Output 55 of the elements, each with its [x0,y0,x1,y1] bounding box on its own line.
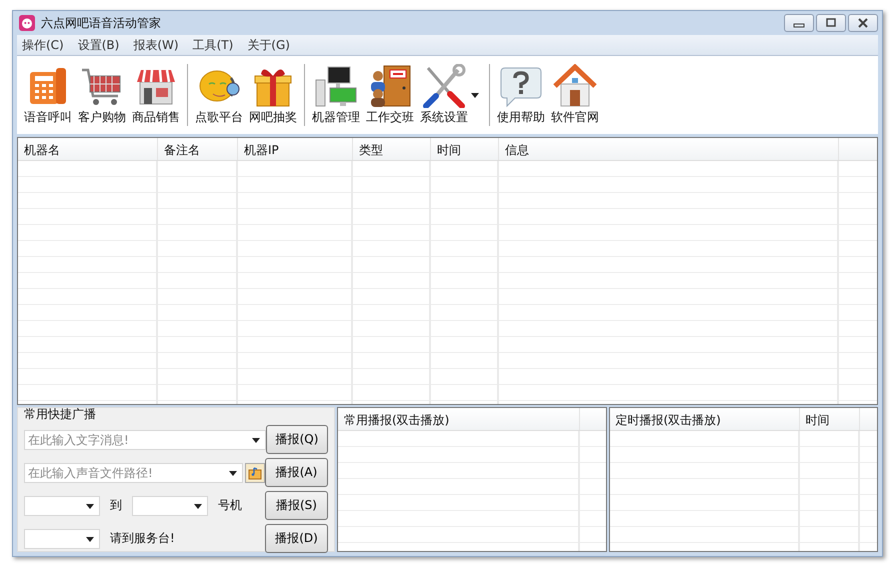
service-desk-label: 请到服务台! [110,530,175,547]
file-path-input-field[interactable]: 在此输入声音文件路径! [24,462,243,482]
menu-item[interactable]: 关于(G) [242,36,295,54]
dropdown-caret-icon[interactable] [471,92,479,98]
column-header[interactable]: 信息 [499,138,839,160]
toolbar-button[interactable]: 机器管理 [309,64,363,126]
column-header[interactable]: 时间 [431,138,499,160]
toolbar-button[interactable]: 网吧抽奖 [246,64,300,126]
column-header[interactable]: 备注名 [158,138,238,160]
dropdown-caret-icon[interactable] [229,470,237,476]
machine-number-label: 号机 [218,497,242,514]
broadcast-button[interactable]: 播报(A) [265,458,328,487]
message-input-field[interactable]: 在此输入文字消息! [24,430,266,450]
dropdown-caret-icon[interactable] [86,536,94,542]
broadcast-button[interactable]: 播报(S) [265,491,328,520]
dropdown-caret-icon[interactable] [252,438,260,442]
close-button[interactable] [848,14,878,32]
to-label: 到 [110,497,122,514]
toolbar-button[interactable]: 语音呼叫 [21,64,75,126]
toolbar-button[interactable]: 使用帮助 [494,64,548,126]
music-folder-icon [248,466,262,480]
menu-item[interactable]: 工具(T) [188,36,238,54]
toolbar-button[interactable]: 商品销售 [129,64,183,126]
close-icon [857,18,869,28]
broadcast-button[interactable]: 播报(D) [265,524,328,553]
column-header[interactable]: 机器IP [238,138,353,160]
maximize-icon [825,18,837,28]
house-icon [553,64,597,108]
column-header[interactable]: 类型 [353,138,431,160]
toolbar-button[interactable]: 系统设置 [417,64,471,126]
machine-from-input-field[interactable] [24,496,100,516]
computers-icon [314,64,358,108]
broadcast-button[interactable]: 播报(Q) [266,425,328,454]
dropdown-caret-icon[interactable] [86,504,94,508]
panel-title: 常用快捷广播 [24,407,97,421]
toolbar-button[interactable]: 软件官网 [548,64,602,126]
minimize-button[interactable] [784,14,814,32]
dropdown-caret-icon[interactable] [194,504,202,508]
column-header[interactable]: 机器名 [18,138,158,160]
toolbar-button[interactable]: 客户购物 [75,64,129,126]
exit-door-icon [368,64,412,108]
app-logo-icon [19,15,35,31]
tools-icon [422,64,466,108]
menu-item[interactable]: 操作(C) [17,36,69,54]
machine-input-field[interactable] [24,528,100,548]
browse-file-button[interactable] [245,462,265,482]
toolbar-button[interactable]: 工作交班 [363,64,417,126]
column-header[interactable]: 定时播报(双击播放) [610,408,800,430]
column-header[interactable]: 时间 [800,408,860,430]
machine-to-input-field[interactable] [132,496,208,516]
maximize-button[interactable] [816,14,846,32]
window-title: 六点网吧语音活动管家 [41,14,161,32]
menu-item[interactable]: 设置(B) [72,36,124,54]
toolbar-button[interactable]: 点歌平台 [192,64,246,126]
menu-item[interactable]: 报表(W) [128,36,184,54]
